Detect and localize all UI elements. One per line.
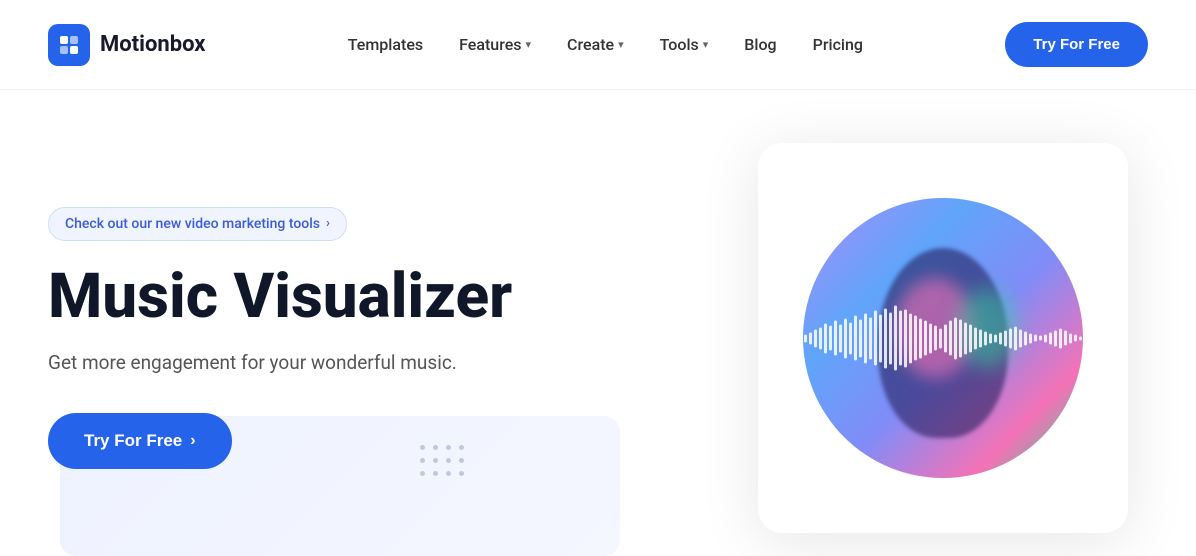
- waveform-bar: [839, 324, 842, 352]
- logo-text: Motionbox: [100, 32, 205, 57]
- waveform-bar: [829, 326, 832, 351]
- waveform-bar: [884, 308, 887, 368]
- waveform-bar: [849, 322, 852, 354]
- waveform-bar: [819, 327, 822, 349]
- waveform-overlay: [803, 306, 1083, 371]
- waveform-bar: [1079, 336, 1082, 340]
- hero-badge[interactable]: Check out our new video marketing tools …: [48, 207, 347, 241]
- waveform-bar: [1049, 332, 1052, 344]
- waveform-bar: [909, 313, 912, 363]
- waveform-bar: [899, 311, 902, 366]
- nav-links: Templates Features ▾ Create ▾ Tools ▾ Bl…: [348, 35, 863, 54]
- waveform-bar: [874, 311, 877, 366]
- waveform-bar: [919, 318, 922, 358]
- navbar: Motionbox Templates Features ▾ Create ▾ …: [0, 0, 1196, 90]
- cta-arrow-icon: ›: [190, 432, 195, 450]
- waveform-bar: [984, 331, 987, 345]
- nav-blog[interactable]: Blog: [744, 35, 776, 54]
- hero-section: Check out our new video marketing tools …: [0, 90, 1196, 556]
- waveform-bar: [814, 329, 817, 347]
- waveform-bar: [939, 328, 942, 348]
- waveform-bar: [1009, 328, 1012, 348]
- hero-cta-button[interactable]: Try For Free ›: [48, 413, 232, 469]
- waveform-bar: [994, 334, 997, 342]
- waveform-bar: [1039, 336, 1042, 341]
- badge-text: Check out our new video marketing tools: [65, 216, 320, 232]
- waveform-bar: [934, 326, 937, 351]
- waveform-bar: [969, 324, 972, 352]
- nav-features[interactable]: Features ▾: [459, 35, 531, 54]
- waveform-bar: [1064, 331, 1067, 346]
- badge-arrow-icon: ›: [326, 216, 330, 231]
- nav-tools[interactable]: Tools ▾: [660, 35, 709, 54]
- waveform-bar: [1024, 331, 1027, 345]
- waveform-bar: [859, 319, 862, 357]
- nav-cta-button[interactable]: Try For Free: [1005, 22, 1148, 67]
- logo-area[interactable]: Motionbox: [48, 24, 205, 66]
- waveform-bar: [864, 313, 867, 363]
- waveform-bar: [1054, 330, 1057, 346]
- waveform-bar: [854, 316, 857, 361]
- waveform-bar: [869, 317, 872, 359]
- hero-title: Music Visualizer: [48, 263, 512, 331]
- waveform-bar: [944, 324, 947, 352]
- waveform-bar: [1019, 329, 1022, 347]
- waveform-bar: [1034, 335, 1037, 342]
- waveform-bar: [1069, 333, 1072, 343]
- nav-templates[interactable]: Templates: [348, 35, 423, 54]
- waveform-bar: [914, 316, 917, 361]
- waveform-bar: [834, 321, 837, 356]
- hero-visual-card: [758, 143, 1128, 533]
- chevron-down-icon: ▾: [526, 38, 532, 51]
- chevron-down-icon: ▾: [618, 38, 624, 51]
- waveform-bar: [959, 319, 962, 357]
- cta-label: Try For Free: [84, 431, 182, 451]
- waveform-bar: [999, 332, 1002, 344]
- waveform-bar: [1004, 330, 1007, 346]
- waveform-bar: [929, 323, 932, 353]
- portrait-circle: [803, 198, 1083, 478]
- waveform-bar: [964, 322, 967, 354]
- waveform-bar: [904, 309, 907, 367]
- waveform-bar: [844, 318, 847, 358]
- waveform-bar: [879, 314, 882, 362]
- hero-subtitle: Get more engagement for your wonderful m…: [48, 349, 512, 378]
- hero-left: Check out our new video marketing tools …: [48, 207, 512, 470]
- waveform-bar: [889, 312, 892, 364]
- waveform-bar: [1074, 335, 1077, 342]
- waveform-bar: [924, 321, 927, 356]
- waveform-bar: [809, 332, 812, 344]
- waveform-bar: [824, 323, 827, 353]
- waveform-bar: [804, 334, 807, 342]
- waveform-bar: [1059, 328, 1062, 348]
- waveform-bar: [979, 329, 982, 347]
- waveform-bar: [1044, 334, 1047, 342]
- nav-create[interactable]: Create ▾: [567, 35, 624, 54]
- nav-pricing[interactable]: Pricing: [813, 35, 863, 54]
- chevron-down-icon: ▾: [703, 38, 709, 51]
- waveform-bar: [894, 306, 897, 371]
- waveform-bar: [954, 317, 957, 359]
- waveform-bar: [949, 321, 952, 356]
- waveform-bar: [989, 333, 992, 343]
- waveform-bar: [974, 327, 977, 349]
- logo-icon: [48, 24, 90, 66]
- waveform-bar: [1029, 333, 1032, 343]
- waveform-bar: [1014, 326, 1017, 350]
